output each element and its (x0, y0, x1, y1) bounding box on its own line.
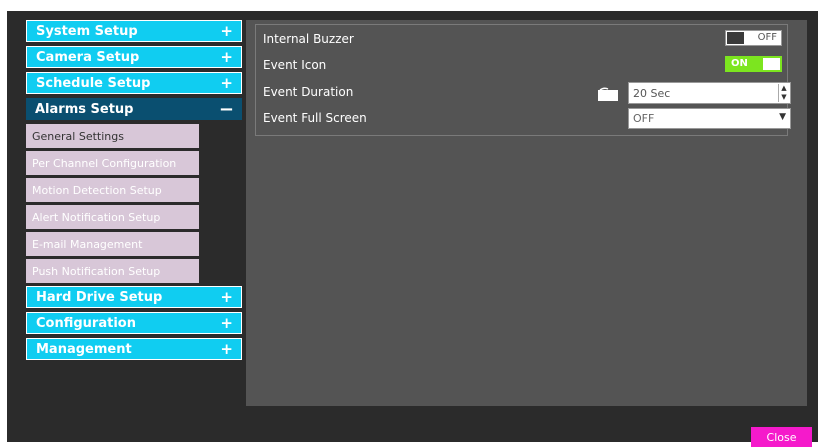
internal-buzzer-row: Internal Buzzer OFF (256, 27, 787, 53)
event-duration-label: Event Duration (263, 85, 354, 99)
general-settings-group: Internal Buzzer OFF Event Icon ON Event … (255, 24, 791, 136)
menu-label: Camera Setup (36, 49, 140, 65)
keyboard-icon[interactable] (598, 87, 618, 101)
content-panel: Internal Buzzer OFF Event Icon ON Event … (246, 20, 807, 406)
minus-icon: − (218, 98, 234, 120)
menu-camera-setup[interactable]: Camera Setup + (26, 46, 242, 68)
event-full-screen-select[interactable]: OFF ▼ (628, 108, 791, 129)
menu-system-setup[interactable]: System Setup + (26, 20, 242, 42)
menu-schedule-setup[interactable]: Schedule Setup + (26, 72, 242, 94)
menu-label: Schedule Setup (36, 75, 151, 91)
submenu-motion-detection-setup[interactable]: Motion Detection Setup (26, 178, 199, 202)
plus-icon: + (220, 288, 233, 306)
event-full-screen-row: Event Full Screen OFF ▼ (256, 106, 791, 132)
toggle-knob (727, 32, 744, 44)
spinner-arrows-icon[interactable]: ▲ ▼ (778, 84, 789, 102)
event-duration-value: 20 Sec (633, 87, 671, 100)
menu-hard-drive-setup[interactable]: Hard Drive Setup + (26, 286, 242, 308)
event-full-screen-label: Event Full Screen (263, 111, 367, 125)
plus-icon: + (220, 74, 233, 92)
menu-configuration[interactable]: Configuration + (26, 312, 242, 334)
chevron-down-icon: ▼ (779, 112, 786, 122)
submenu-email-management[interactable]: E-mail Management (26, 232, 199, 256)
menu-label: Management (36, 341, 132, 357)
event-icon-label: Event Icon (263, 58, 327, 72)
plus-icon: + (220, 340, 233, 358)
sidebar-menu: System Setup + Camera Setup + Schedule S… (26, 20, 242, 364)
event-full-screen-value: OFF (633, 112, 655, 125)
submenu-general-settings[interactable]: General Settings (26, 124, 199, 148)
toggle-state: OFF (757, 32, 777, 43)
close-button[interactable]: Close (751, 427, 812, 447)
toggle-state: ON (731, 58, 748, 69)
submenu-per-channel-configuration[interactable]: Per Channel Configuration (26, 151, 199, 175)
toggle-knob (763, 58, 780, 70)
menu-management[interactable]: Management + (26, 338, 242, 360)
plus-icon: + (220, 314, 233, 332)
plus-icon: + (220, 48, 233, 66)
submenu-alert-notification-setup[interactable]: Alert Notification Setup (26, 205, 199, 229)
settings-window: System Setup + Camera Setup + Schedule S… (7, 11, 818, 447)
plus-icon: + (220, 22, 233, 40)
internal-buzzer-label: Internal Buzzer (263, 32, 354, 46)
event-icon-toggle[interactable]: ON (725, 56, 782, 72)
event-duration-spinner[interactable]: 20 Sec ▲ ▼ (628, 82, 791, 104)
internal-buzzer-toggle[interactable]: OFF (725, 30, 782, 46)
menu-label: System Setup (36, 23, 138, 39)
submenu-push-notification-setup[interactable]: Push Notification Setup (26, 259, 199, 283)
menu-label: Alarms Setup (35, 101, 134, 117)
menu-label: Hard Drive Setup (36, 289, 163, 305)
event-duration-row: Event Duration 20 Sec ▲ ▼ (256, 80, 791, 106)
menu-alarms-setup[interactable]: Alarms Setup − (26, 98, 242, 120)
event-icon-row: Event Icon ON (256, 53, 787, 79)
menu-label: Configuration (36, 315, 136, 331)
